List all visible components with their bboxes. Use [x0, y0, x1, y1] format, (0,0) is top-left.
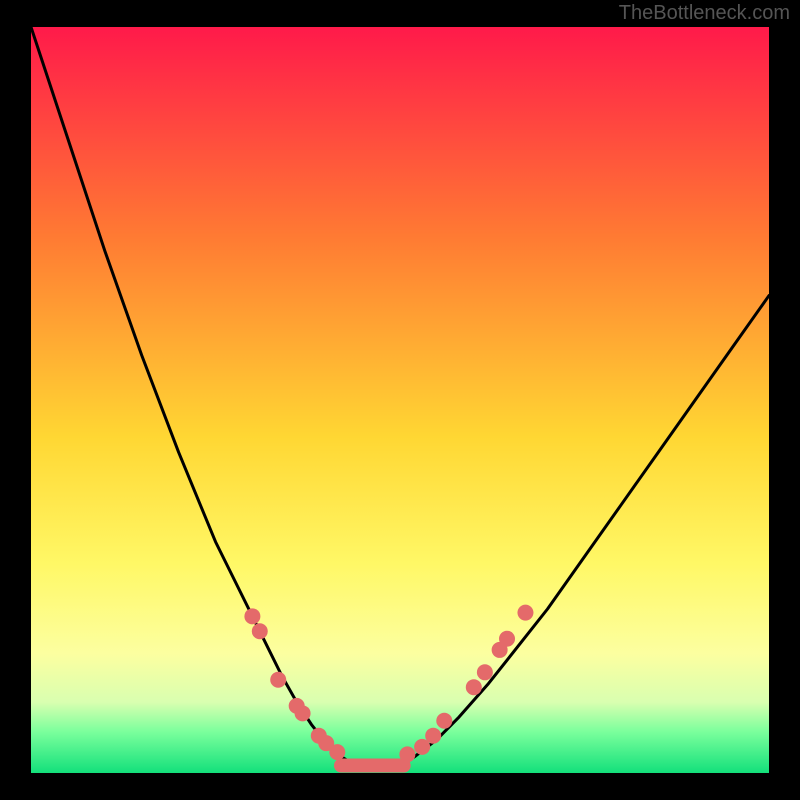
watermark-text: TheBottleneck.com: [619, 2, 790, 25]
chart-frame: TheBottleneck.com: [0, 0, 800, 800]
marker-right: [436, 713, 452, 729]
marker-left: [252, 623, 268, 639]
marker-right: [425, 728, 441, 744]
marker-left: [270, 672, 286, 688]
marker-left: [244, 608, 260, 624]
marker-left: [295, 705, 311, 721]
marker-right: [477, 664, 493, 680]
marker-left: [329, 744, 345, 760]
plot-area: [31, 27, 769, 773]
marker-right: [399, 746, 415, 762]
chart-svg: [31, 27, 769, 773]
marker-right: [466, 679, 482, 695]
marker-right: [499, 631, 515, 647]
gradient-background: [31, 27, 769, 773]
marker-right: [517, 605, 533, 621]
